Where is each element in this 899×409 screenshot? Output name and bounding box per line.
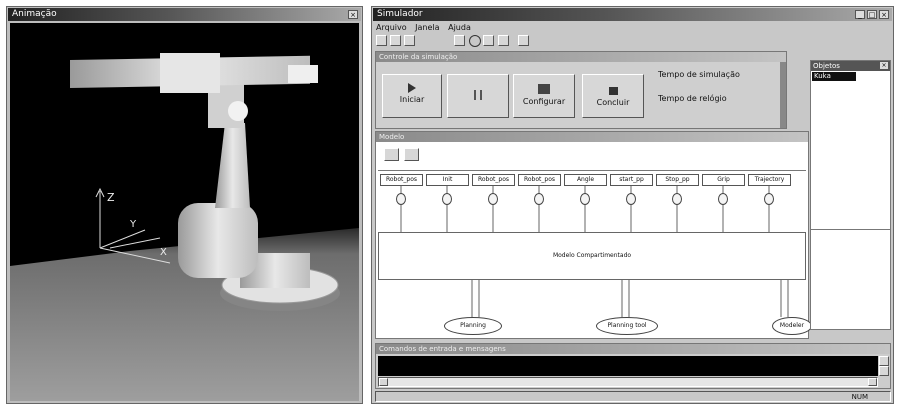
ellipse-planning-tool[interactable]: Planning tool — [596, 317, 658, 335]
close-icon[interactable]: × — [880, 62, 888, 69]
ellipse-modeler[interactable]: Modeler — [772, 317, 812, 335]
robot-scene: Z Y X — [10, 53, 359, 401]
console-scroll-down[interactable] — [879, 366, 889, 376]
menu-bar: Arquivo Janela Ajuda — [376, 22, 471, 33]
robot-tool — [288, 65, 318, 83]
robot-joint — [228, 101, 248, 121]
animation-titlebar[interactable]: Animação × — [8, 8, 361, 21]
toolbar — [376, 34, 576, 48]
clock-time-label: Tempo de relógio — [658, 94, 727, 103]
node-6[interactable] — [626, 193, 636, 205]
minimize-icon[interactable]: _ — [855, 10, 865, 19]
status-bar: NUM — [375, 391, 891, 402]
animation-viewport[interactable]: Z Y X — [10, 23, 359, 401]
pause-button[interactable] — [447, 74, 509, 118]
robot-body — [178, 203, 258, 278]
conclude-button[interactable]: Concluir — [582, 74, 644, 118]
start-button-label: Iniciar — [399, 95, 425, 104]
monitor-icon[interactable] — [498, 35, 509, 46]
block-diagram: Robot_pos Init Robot_pos Robot_pos Angle… — [376, 167, 812, 337]
node-8[interactable] — [718, 193, 728, 205]
conclude-button-label: Concluir — [596, 98, 630, 107]
maximize-icon[interactable]: □ — [867, 10, 877, 19]
clock-icon[interactable] — [469, 35, 481, 47]
close-icon[interactable]: × — [879, 10, 889, 19]
configure-button[interactable]: Configurar — [513, 74, 575, 118]
node-2[interactable] — [442, 193, 452, 205]
status-num: NUM — [851, 393, 868, 401]
objects-panel-header: Objetos × — [811, 61, 890, 71]
play-icon — [408, 83, 416, 93]
start-button[interactable]: Iniciar — [382, 74, 442, 118]
main-model-block[interactable]: Modelo Compartimentado — [378, 232, 806, 280]
config-icon — [538, 84, 550, 94]
ellipse-planning[interactable]: Planning — [444, 317, 502, 335]
console-panel: Comandos de entrada e mensagens — [375, 343, 891, 389]
axis-y-label: Y — [129, 219, 137, 230]
console-output[interactable] — [378, 356, 878, 376]
simulation-time-label: Tempo de simulação — [658, 70, 740, 79]
node-4[interactable] — [534, 193, 544, 205]
control-panel-header: Controle da simulação — [376, 52, 786, 62]
model-tool-button-2[interactable] — [404, 148, 419, 161]
scroll-left-icon[interactable] — [379, 378, 388, 386]
console-scroll-up[interactable] — [879, 356, 889, 366]
menu-janela[interactable]: Janela — [415, 23, 439, 32]
node-5[interactable] — [580, 193, 590, 205]
save-icon[interactable] — [390, 35, 401, 46]
scroll-right-icon[interactable] — [868, 378, 877, 386]
menu-arquivo[interactable]: Arquivo — [376, 23, 407, 32]
simulator-window: Simulador _ □ × Arquivo Janela Ajuda Con… — [371, 6, 894, 404]
objects-panel-divider — [811, 229, 890, 230]
close-icon[interactable]: × — [348, 10, 358, 19]
model-panel-header: Modelo — [376, 132, 808, 142]
axis-x-label: X — [160, 247, 167, 258]
help-icon[interactable] — [518, 35, 529, 46]
node-9[interactable] — [764, 193, 774, 205]
animation-title: Animação — [12, 9, 57, 19]
model-tool-button-1[interactable] — [384, 148, 399, 161]
pause-icon — [474, 90, 482, 100]
objects-panel: Objetos × Kuka — [810, 60, 891, 330]
axis-z-label: Z — [107, 191, 115, 204]
node-7[interactable] — [672, 193, 682, 205]
model-panel: Modelo Robot_pos Init Robot_pos Robot_po… — [375, 131, 812, 339]
node-1[interactable] — [396, 193, 406, 205]
new-file-icon[interactable] — [376, 35, 387, 46]
console-panel-header: Comandos de entrada e mensagens — [376, 344, 890, 354]
simulator-titlebar[interactable]: Simulador _ □ × — [373, 8, 892, 21]
control-panel: Controle da simulação Iniciar Configurar… — [375, 51, 787, 129]
configure-button-label: Configurar — [522, 97, 566, 106]
robot-lower-arm — [215, 123, 250, 208]
robot-shoulder-head — [160, 53, 220, 93]
stop-icon — [608, 87, 618, 95]
control-panel-right-strip — [780, 62, 786, 128]
animation-window: Animação × Z Y X — [6, 6, 363, 404]
console-hscrollbar[interactable] — [378, 377, 878, 387]
cut-icon[interactable] — [454, 35, 465, 46]
open-folder-icon[interactable] — [404, 35, 415, 46]
menu-ajuda[interactable]: Ajuda — [448, 23, 471, 32]
node-3[interactable] — [488, 193, 498, 205]
object-item-kuka[interactable]: Kuka — [812, 72, 856, 81]
simulator-title: Simulador — [377, 9, 423, 19]
window-icon[interactable] — [483, 35, 494, 46]
